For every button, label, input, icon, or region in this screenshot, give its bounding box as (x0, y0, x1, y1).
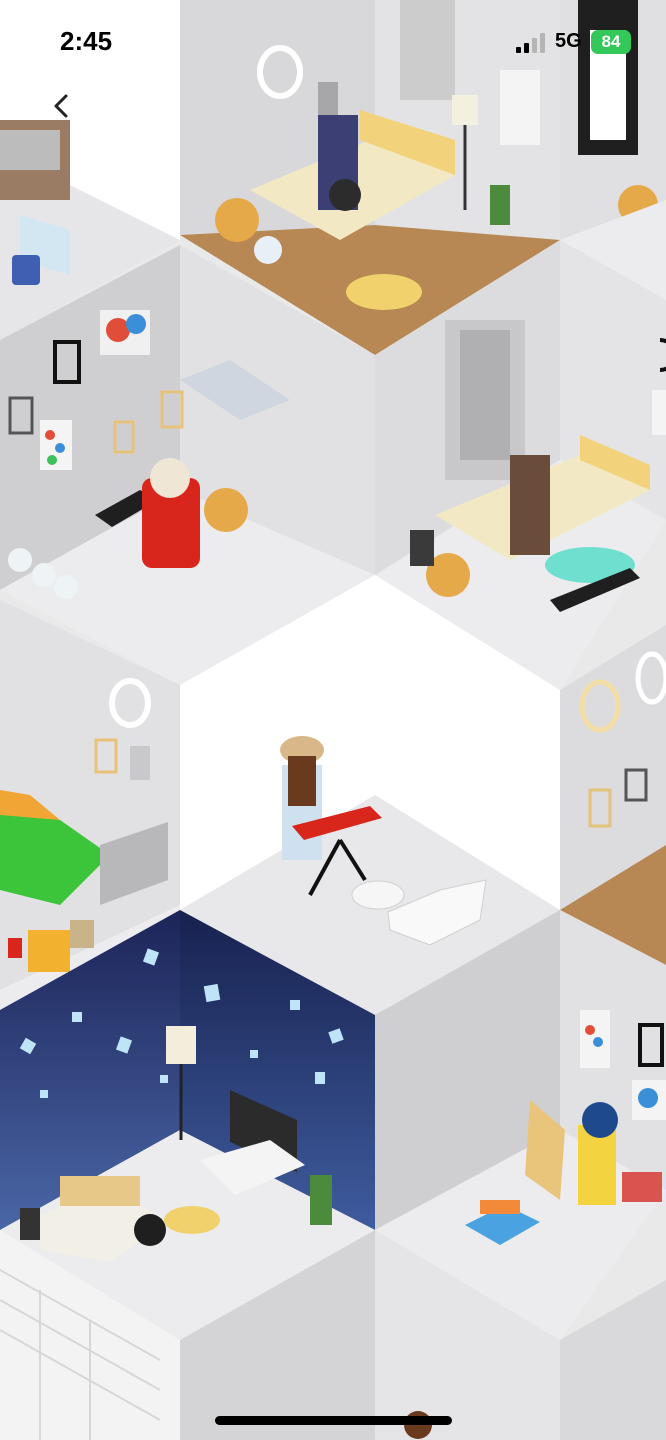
ottoman[interactable] (351, 880, 405, 910)
game-screen[interactable]: 2:45 5G 84 (0, 0, 666, 1440)
trash-bin[interactable] (410, 530, 434, 566)
coffee-table[interactable] (164, 1206, 220, 1234)
floor-lamp[interactable] (452, 95, 478, 125)
crystal-ball[interactable] (254, 236, 282, 264)
figure-blue[interactable] (12, 255, 40, 285)
coffee-table[interactable] (346, 274, 422, 310)
teddy-bear[interactable] (204, 488, 248, 532)
back-button[interactable] (38, 82, 86, 130)
potted-plant[interactable] (70, 920, 94, 948)
floor-lamp[interactable] (166, 1026, 196, 1064)
home-indicator[interactable] (215, 1416, 452, 1425)
wall-mirror (500, 70, 540, 145)
avatar-lying[interactable] (510, 455, 550, 555)
room-right-mid[interactable] (560, 625, 666, 965)
crystal-ball[interactable] (8, 548, 32, 572)
chevron-left-icon (54, 94, 68, 118)
bookshelf-books[interactable] (622, 1172, 662, 1202)
avatar-lying[interactable] (60, 1176, 140, 1206)
wall-frame (318, 82, 338, 120)
potted-plant[interactable] (490, 185, 510, 225)
curtain-window (400, 0, 455, 100)
storage-box[interactable] (28, 930, 70, 972)
potted-plant[interactable] (310, 1175, 332, 1225)
trash-bin[interactable] (20, 1208, 40, 1240)
teddy-bear[interactable] (215, 198, 259, 242)
isometric-room-grid[interactable] (0, 0, 666, 1440)
